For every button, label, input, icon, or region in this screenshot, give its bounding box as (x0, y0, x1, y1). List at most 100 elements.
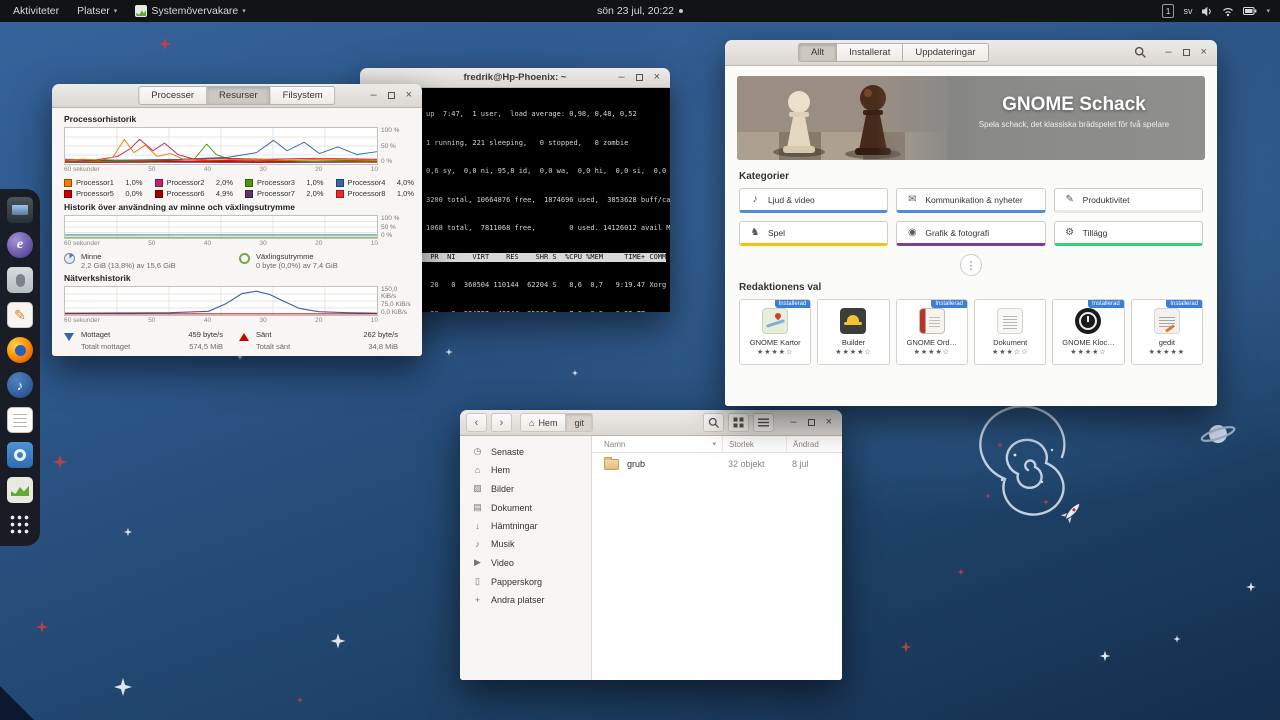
system-status-area[interactable]: 1 sv ▾ (1161, 0, 1276, 22)
music-player-icon[interactable]: ♪ (7, 372, 33, 398)
sidebar-item-dokument[interactable]: ▤ Dokument (460, 498, 591, 517)
system-monitor-icon[interactable] (7, 477, 33, 503)
tab-updates[interactable]: Uppdateringar (903, 43, 989, 62)
tab-all[interactable]: Allt (797, 43, 838, 62)
star-rating: ★★★★☆ (913, 349, 951, 356)
app-card-gnome-klockor[interactable]: Installerad GNOME Kloc… ★★★★☆ (1052, 299, 1125, 365)
x-axis-label: 30 (259, 166, 267, 173)
text-editor-icon[interactable]: ✎ (7, 302, 33, 328)
file-row-grub[interactable]: grub 32 objekt 8 jul (592, 453, 842, 475)
activities-button[interactable]: Aktiviteter (4, 0, 68, 22)
close-button[interactable]: × (1201, 47, 1207, 58)
category-grafik[interactable]: ◉ Grafik & fotografi (896, 221, 1046, 246)
places-menu[interactable]: Platser ▾ (68, 0, 126, 22)
tab-resources[interactable]: Resurser (207, 86, 271, 105)
x-axis-label: 50 (148, 166, 156, 173)
path-home-button[interactable]: ⌂ Hem (520, 413, 567, 432)
mem-y-label: 100 % (381, 215, 400, 222)
minimize-button[interactable]: – (790, 417, 796, 428)
app-card-gedit[interactable]: Installerad gedit ★★★★★ (1130, 299, 1203, 365)
gedit-icon (1153, 308, 1180, 334)
sidebar-item-bilder[interactable]: ▧ Bilder (460, 479, 591, 498)
maximize-button[interactable] (1182, 49, 1190, 56)
received-rate: 459 byte/s (188, 330, 223, 339)
games-icon: ♞ (750, 227, 760, 238)
category-spel[interactable]: ♞ Spel (739, 221, 889, 246)
system-monitor-headerbar[interactable]: Processer Resurser Filsystem – × (52, 84, 422, 108)
app-card-dokument[interactable]: Dokument ★★★☆☆ (974, 299, 1047, 365)
sidebar-item-video[interactable]: ▶ Video (460, 553, 591, 572)
clock-menu[interactable]: sön 23 jul, 20:22 (589, 0, 691, 22)
close-button[interactable]: × (654, 72, 660, 83)
chevron-down-icon: ▾ (242, 8, 246, 15)
search-button[interactable] (1134, 46, 1147, 59)
app-card-gnome-ordbok[interactable]: Installerad GNOME Ord… ★★★★☆ (895, 299, 968, 365)
sidebar-item-hamtningar[interactable]: ↓ Hämtningar (460, 517, 591, 535)
x-axis-label: 40 (203, 317, 212, 324)
legend-color-swatch (245, 189, 253, 198)
minimize-button[interactable]: – (370, 90, 376, 101)
legend-color-swatch (335, 178, 344, 187)
x-axis-label: 30 (259, 317, 267, 324)
installed-badge: Installerad (931, 300, 967, 308)
minimize-button[interactable]: – (1165, 47, 1171, 58)
column-header-name[interactable]: Namn ▾ (592, 440, 722, 449)
maximize-button[interactable] (387, 92, 395, 99)
search-button[interactable] (703, 413, 725, 432)
cpu-y-label: 50 % (381, 142, 396, 150)
chevron-down-icon: ▾ (1266, 8, 1270, 15)
cpu-legend-item: Processor3 1,0% (245, 178, 324, 187)
show-applications-icon[interactable] (7, 512, 33, 538)
x-axis-label: 60 sekunder (64, 240, 100, 247)
maximize-button[interactable] (635, 74, 643, 81)
minimize-button[interactable]: – (618, 72, 624, 83)
terminal-line: 3200 total, 10664876 free, 1874696 used,… (426, 195, 670, 204)
disc-burner-icon[interactable] (7, 442, 33, 468)
column-header-modified[interactable]: Ändrad (786, 436, 842, 452)
file-size: 32 objekt (728, 459, 765, 469)
category-kommunikation[interactable]: ✉ Kommunikation & nyheter (896, 188, 1046, 213)
maximize-button[interactable] (807, 419, 815, 426)
view-switcher: Processer Resurser Filsystem (138, 86, 336, 105)
memory-label: Minne (81, 252, 102, 261)
categories-heading: Kategorier (739, 171, 790, 182)
screenshot-tool-icon[interactable] (7, 197, 33, 223)
tab-installed[interactable]: Installerat (837, 43, 904, 62)
sidebar-item-senaste[interactable]: ◷ Senaste (460, 442, 591, 461)
category-ljud-video[interactable]: ♪ Ljud & video (739, 188, 889, 213)
category-produktivitet[interactable]: ✎ Produktivitet (1053, 188, 1203, 213)
firefox-icon[interactable] (7, 337, 33, 363)
back-button[interactable]: ‹ (466, 413, 487, 432)
software-headerbar[interactable]: Allt Installerat Uppdateringar – × (725, 40, 1217, 66)
view-grid-button[interactable] (728, 413, 750, 432)
featured-app-banner[interactable]: GNOME Schack Spela schack, det klassiska… (737, 76, 1205, 160)
path-current-button[interactable]: git (566, 413, 593, 432)
tab-processes[interactable]: Processer (138, 86, 208, 105)
more-categories-button[interactable]: ⋮ (960, 254, 982, 276)
star-rating: ★★★★☆ (835, 349, 872, 356)
app-card-gnome-kartor[interactable]: Installerad GNOME Kartor ★★★★☆ (739, 299, 812, 365)
close-button[interactable]: × (826, 417, 832, 428)
mouse-settings-icon[interactable] (7, 267, 33, 293)
document-viewer-icon[interactable] (7, 407, 33, 433)
legend-color-swatch (64, 178, 72, 187)
category-tillagg[interactable]: ⚙ Tillägg (1053, 221, 1203, 246)
sidebar-item-andra-platser[interactable]: + Andra platser (460, 591, 591, 609)
sidebar-item-musik[interactable]: ♪ Musik (460, 535, 591, 553)
software-window: Allt Installerat Uppdateringar – × GNOME… (725, 40, 1217, 406)
sidebar-item-hem[interactable]: ⌂ Hem (460, 461, 591, 479)
forward-button[interactable]: › (491, 413, 512, 432)
star-rating: ★★★★★ (1148, 349, 1186, 356)
close-button[interactable]: × (406, 90, 412, 101)
menu-button[interactable] (753, 413, 775, 432)
ellipsis-icon: ⋮ (965, 259, 977, 272)
files-headerbar[interactable]: ‹ › ⌂ Hem git – × (460, 410, 842, 436)
app-menu[interactable]: Systemövervakare ▾ (126, 0, 254, 22)
emacs-icon[interactable]: e (7, 232, 33, 258)
x-axis-label: 10 (370, 240, 378, 247)
column-header-size[interactable]: Storlek (722, 436, 786, 452)
sidebar-item-papperskorg[interactable]: ▯ Papperskorg (460, 572, 591, 591)
chess-banner-art (737, 76, 947, 160)
tab-filesystems[interactable]: Filsystem (270, 86, 336, 105)
app-card-builder[interactable]: Builder ★★★★☆ (817, 299, 890, 365)
